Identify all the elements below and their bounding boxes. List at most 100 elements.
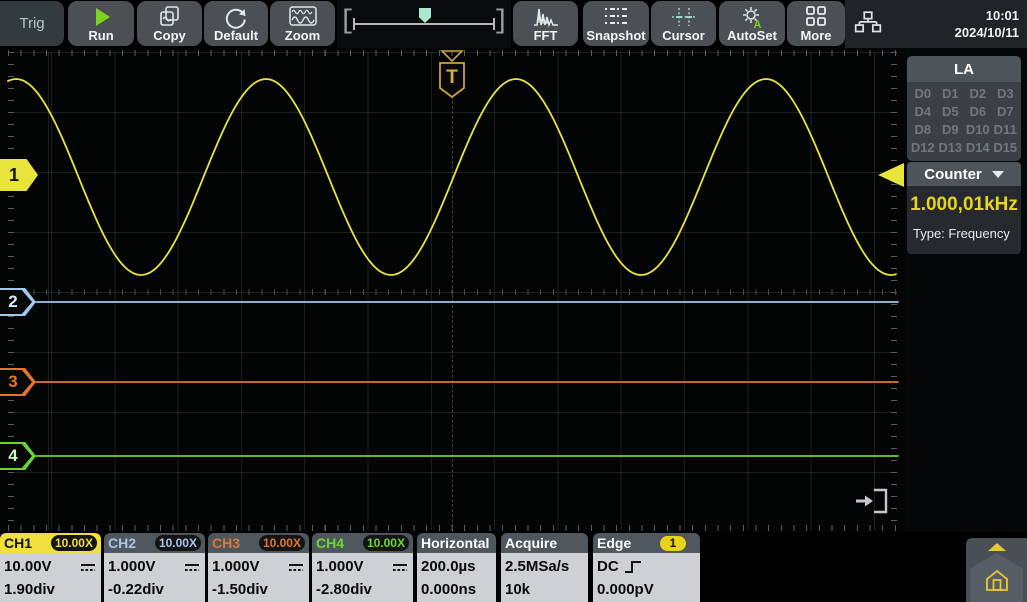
counter-readout: 1.000,01kHz Type: Frequency: [907, 186, 1021, 254]
ch2-status-block[interactable]: CH2 10.00X 1.000V -0.22div: [104, 533, 205, 602]
timebase-value: 200.0µs: [421, 558, 476, 575]
run-button[interactable]: Run: [68, 1, 134, 46]
la-channel-d10[interactable]: D10: [964, 122, 992, 137]
delay-value: 0.000ns: [421, 581, 476, 598]
snapshot-list-icon: [603, 5, 629, 27]
la-panel-header[interactable]: LA: [907, 56, 1021, 82]
horizontal-status-block[interactable]: Horizontal 200.0µs 0.000ns: [417, 533, 496, 602]
la-channel-d9[interactable]: D9: [937, 122, 965, 137]
clock-time: 10:01: [955, 7, 1019, 24]
bottom-status-bar: CH1 10.00X 10.00V 1.90div CH2 10.00X 1.0…: [0, 532, 1027, 602]
zoom-wave-icon: [288, 5, 318, 29]
ch4-probe-badge: 10.00X: [363, 535, 409, 551]
la-channel-d13[interactable]: D13: [937, 140, 965, 155]
horizontal-title: Horizontal: [421, 535, 489, 551]
la-channel-d6[interactable]: D6: [964, 104, 992, 119]
la-channel-d7[interactable]: D7: [992, 104, 1020, 119]
snapshot-button[interactable]: Snapshot: [583, 1, 649, 46]
la-panel: LA D0 D1 D2 D3 D4 D5 D6 D7 D8 D9 D10 D11…: [907, 56, 1021, 161]
la-channel-d3[interactable]: D3: [992, 86, 1020, 101]
top-toolbar: Trig Run Copy Default Zoom [ ]: [0, 0, 1027, 48]
reset-icon: [223, 5, 249, 31]
la-channel-d2[interactable]: D2: [964, 86, 992, 101]
trig-label: Trig: [19, 15, 44, 32]
toolbar-status-panel: 10:01 2024/10/11: [845, 0, 1027, 48]
home-panel[interactable]: [966, 538, 1027, 602]
memory-depth-value: 10k: [505, 581, 530, 598]
slider-marker[interactable]: [419, 8, 431, 23]
counter-panel: Counter 1.000,01kHz Type: Frequency: [907, 162, 1021, 254]
fft-spectrum-icon: [532, 5, 560, 29]
trigger-status-block[interactable]: Edge 1 DC 0.000pV: [593, 533, 700, 602]
trigger-t-label: T: [446, 67, 458, 88]
la-channel-d5[interactable]: D5: [937, 104, 965, 119]
la-channel-d15[interactable]: D15: [992, 140, 1020, 155]
dc-coupling-icon: [392, 562, 408, 572]
ch1-scale: 10.00V: [4, 558, 52, 575]
dc-coupling-icon: [80, 562, 96, 572]
ch1-probe-badge: 10.00X: [51, 535, 97, 551]
expand-enter-icon[interactable]: [852, 486, 890, 516]
cursor-button[interactable]: Cursor: [651, 1, 716, 46]
ch2-offset: -0.22div: [108, 581, 164, 598]
la-channel-d12[interactable]: D12: [909, 140, 937, 155]
dc-coupling-icon: [184, 562, 200, 572]
horizontal-position-slider[interactable]: [ ]: [337, 0, 511, 48]
la-channel-d14[interactable]: D14: [964, 140, 992, 155]
dc-coupling-icon: [288, 562, 304, 572]
fft-button[interactable]: FFT: [513, 1, 578, 46]
la-channel-d0[interactable]: D0: [909, 86, 937, 101]
more-button[interactable]: More: [787, 1, 845, 46]
waveform-display: 1 2 3 4 T: [0, 48, 905, 532]
copy-button[interactable]: Copy: [137, 1, 202, 46]
la-channel-d11[interactable]: D11: [992, 122, 1020, 137]
acquire-status-block[interactable]: Acquire 2.5MSa/s 10k: [501, 533, 588, 602]
play-icon: [89, 5, 113, 29]
ch4-label: CH4: [316, 535, 344, 551]
sample-rate-value: 2.5MSa/s: [505, 558, 569, 575]
acquire-title: Acquire: [505, 535, 557, 551]
channel1-marker[interactable]: 1: [0, 159, 38, 191]
zoom-button[interactable]: Zoom: [270, 1, 335, 46]
la-channel-grid: D0 D1 D2 D3 D4 D5 D6 D7 D8 D9 D10 D11 D1…: [907, 82, 1021, 161]
ch3-probe-badge: 10.00X: [259, 535, 305, 551]
cursor-crosshair-icon: [670, 5, 698, 29]
trigger-source-badge: 1: [660, 536, 686, 551]
svg-text:A: A: [754, 19, 762, 31]
slider-track[interactable]: [353, 23, 495, 25]
clock-date: 2024/10/11: [955, 24, 1019, 41]
counter-frequency-value: 1.000,01kHz: [907, 194, 1021, 216]
home-icon[interactable]: [985, 569, 1009, 592]
ch3-scale: 1.000V: [212, 558, 260, 575]
ch1-offset: 1.90div: [4, 581, 55, 598]
more-grid-icon: [805, 5, 827, 27]
copy-icon: [158, 5, 182, 29]
ch3-status-block[interactable]: CH3 10.00X 1.000V -1.50div: [208, 533, 309, 602]
home-house-shape: [970, 553, 1023, 602]
la-channel-d1[interactable]: D1: [937, 86, 965, 101]
ch4-status-block[interactable]: CH4 10.00X 1.000V -2.80div: [312, 533, 413, 602]
counter-dropdown[interactable]: Counter: [907, 162, 1021, 186]
ch1-status-block[interactable]: CH1 10.00X 10.00V 1.90div: [0, 533, 101, 602]
la-channel-d4[interactable]: D4: [909, 104, 937, 119]
counter-type-label: Type: Frequency: [907, 216, 1021, 241]
trigger-level: 0.000pV: [597, 581, 654, 598]
network-icon[interactable]: [853, 10, 883, 38]
collapse-up-icon[interactable]: [988, 543, 1006, 551]
ch3-label: CH3: [212, 535, 240, 551]
channel2-marker[interactable]: 2: [0, 288, 36, 316]
autoset-button[interactable]: A AutoSet: [719, 1, 785, 46]
waveform-traces: [0, 48, 905, 532]
ch3-offset: -1.50div: [212, 581, 268, 598]
autoset-gear-icon: A: [739, 5, 765, 31]
trig-status[interactable]: Trig: [0, 1, 64, 46]
right-bracket-icon: ]: [493, 7, 509, 37]
channel3-marker[interactable]: 3: [0, 368, 36, 396]
default-button[interactable]: Default: [204, 1, 268, 46]
trigger-time-marker[interactable]: T: [439, 50, 465, 98]
chevron-down-icon: [992, 171, 1004, 178]
right-sidebar: LA D0 D1 D2 D3 D4 D5 D6 D7 D8 D9 D10 D11…: [905, 48, 1027, 532]
la-channel-d8[interactable]: D8: [909, 122, 937, 137]
ch2-label: CH2: [108, 535, 136, 551]
channel4-marker[interactable]: 4: [0, 442, 36, 470]
